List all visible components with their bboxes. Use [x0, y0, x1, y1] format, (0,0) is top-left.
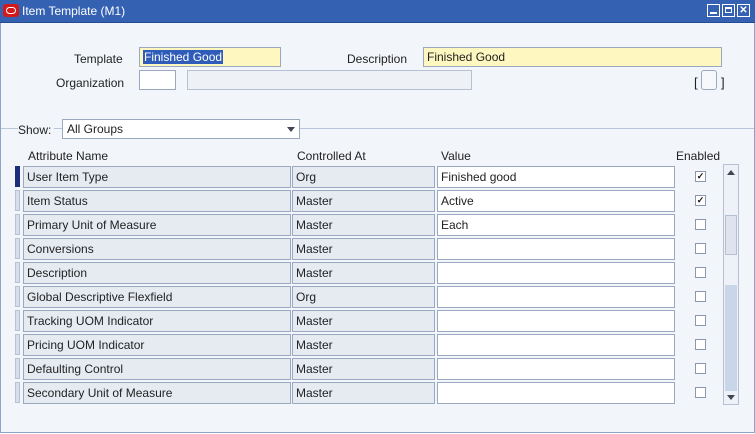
row-indicator[interactable]	[15, 238, 20, 259]
controlled-at-cell: Org	[292, 166, 435, 188]
template-field[interactable]: Finished Good	[139, 47, 281, 67]
description-label: Description	[347, 52, 408, 66]
attribute-name-cell: Conversions	[23, 238, 291, 260]
table-row[interactable]: Primary Unit of Measure Master Each	[1, 213, 754, 237]
column-header-attribute: Attribute Name	[28, 149, 109, 163]
row-indicator[interactable]	[15, 382, 20, 403]
organization-label: Organization	[56, 76, 125, 90]
row-indicator[interactable]	[15, 190, 20, 211]
controlled-at-cell: Master	[292, 214, 435, 236]
table-row[interactable]: Item Status Master Active ✓	[1, 189, 754, 213]
table-row[interactable]: Defaulting Control Master	[1, 357, 754, 381]
enabled-checkbox[interactable]	[695, 243, 706, 254]
table-row[interactable]: Conversions Master	[1, 237, 754, 261]
value-field[interactable]: Finished good	[437, 166, 675, 188]
scroll-track[interactable]	[725, 285, 737, 391]
value-field[interactable]	[437, 238, 675, 260]
value-field[interactable]: Each	[437, 214, 675, 236]
controlled-at-cell: Master	[292, 310, 435, 332]
value-field[interactable]	[437, 262, 675, 284]
table-row[interactable]: Secondary Unit of Measure Master	[1, 381, 754, 405]
enabled-checkbox[interactable]	[695, 291, 706, 302]
attribute-name-cell: Pricing UOM Indicator	[23, 334, 291, 356]
enabled-checkbox[interactable]	[695, 267, 706, 278]
row-indicator[interactable]	[15, 166, 20, 187]
descriptive-flexfield[interactable]	[701, 70, 717, 90]
value-field[interactable]	[437, 358, 675, 380]
oracle-icon	[3, 4, 19, 17]
enabled-checkbox[interactable]	[695, 315, 706, 326]
show-select-value: All Groups	[67, 122, 124, 136]
controlled-at-cell: Master	[292, 238, 435, 260]
close-icon[interactable]: ✕	[737, 4, 750, 17]
attribute-name-cell: Item Status	[23, 190, 291, 212]
flexfield-open-bracket: [	[694, 75, 698, 90]
chevron-down-icon	[287, 127, 295, 132]
value-field[interactable]: Active	[437, 190, 675, 212]
value-field[interactable]	[437, 310, 675, 332]
attribute-name-cell: Secondary Unit of Measure	[23, 382, 291, 404]
attribute-name-cell: Tracking UOM Indicator	[23, 310, 291, 332]
organization-name-field	[187, 70, 472, 90]
template-label: Template	[74, 52, 123, 66]
controlled-at-cell: Org	[292, 286, 435, 308]
minimize-icon[interactable]	[707, 4, 720, 17]
window-title: Item Template (M1)	[22, 4, 126, 18]
controlled-at-cell: Master	[292, 262, 435, 284]
scroll-down-icon[interactable]	[724, 390, 738, 404]
enabled-checkbox[interactable]: ✓	[695, 171, 706, 182]
show-label: Show:	[18, 123, 55, 137]
attribute-name-cell: Description	[23, 262, 291, 284]
title-bar[interactable]: Item Template (M1) ✕	[0, 0, 755, 23]
value-field[interactable]	[437, 286, 675, 308]
organization-field[interactable]	[139, 70, 176, 90]
column-header-controlled: Controlled At	[297, 149, 366, 163]
scroll-thumb[interactable]	[725, 215, 737, 255]
attribute-name-cell: Defaulting Control	[23, 358, 291, 380]
controlled-at-cell: Master	[292, 358, 435, 380]
controlled-at-cell: Master	[292, 382, 435, 404]
table-row[interactable]: Global Descriptive Flexfield Org	[1, 285, 754, 309]
row-indicator[interactable]	[15, 262, 20, 283]
table-row[interactable]: Description Master	[1, 261, 754, 285]
show-select[interactable]: All Groups	[62, 119, 300, 139]
enabled-checkbox[interactable]	[695, 339, 706, 350]
row-indicator[interactable]	[15, 358, 20, 379]
flexfield-close-bracket: ]	[721, 75, 725, 90]
row-indicator[interactable]	[15, 286, 20, 307]
enabled-checkbox[interactable]	[695, 387, 706, 398]
row-indicator[interactable]	[15, 334, 20, 355]
value-field[interactable]	[437, 334, 675, 356]
value-field[interactable]	[437, 382, 675, 404]
attribute-name-cell: Primary Unit of Measure	[23, 214, 291, 236]
window-body: Template Finished Good Description Finis…	[0, 23, 755, 433]
controlled-at-cell: Master	[292, 334, 435, 356]
column-header-enabled: Enabled	[676, 149, 721, 163]
row-indicator[interactable]	[15, 214, 20, 235]
maximize-icon[interactable]	[722, 4, 735, 17]
scroll-up-icon[interactable]	[724, 165, 738, 179]
attribute-name-cell: User Item Type	[23, 166, 291, 188]
enabled-checkbox[interactable]	[695, 363, 706, 374]
table-row[interactable]: Pricing UOM Indicator Master	[1, 333, 754, 357]
controlled-at-cell: Master	[292, 190, 435, 212]
attribute-name-cell: Global Descriptive Flexfield	[23, 286, 291, 308]
enabled-checkbox[interactable]	[695, 219, 706, 230]
template-value: Finished Good	[143, 50, 224, 64]
table-row[interactable]: User Item Type Org Finished good ✓	[1, 165, 754, 189]
row-indicator[interactable]	[15, 310, 20, 331]
description-field[interactable]: Finished Good	[423, 47, 722, 67]
enabled-checkbox[interactable]: ✓	[695, 195, 706, 206]
column-header-value: Value	[441, 149, 471, 163]
table-scrollbar[interactable]	[723, 164, 739, 405]
table-row[interactable]: Tracking UOM Indicator Master	[1, 309, 754, 333]
